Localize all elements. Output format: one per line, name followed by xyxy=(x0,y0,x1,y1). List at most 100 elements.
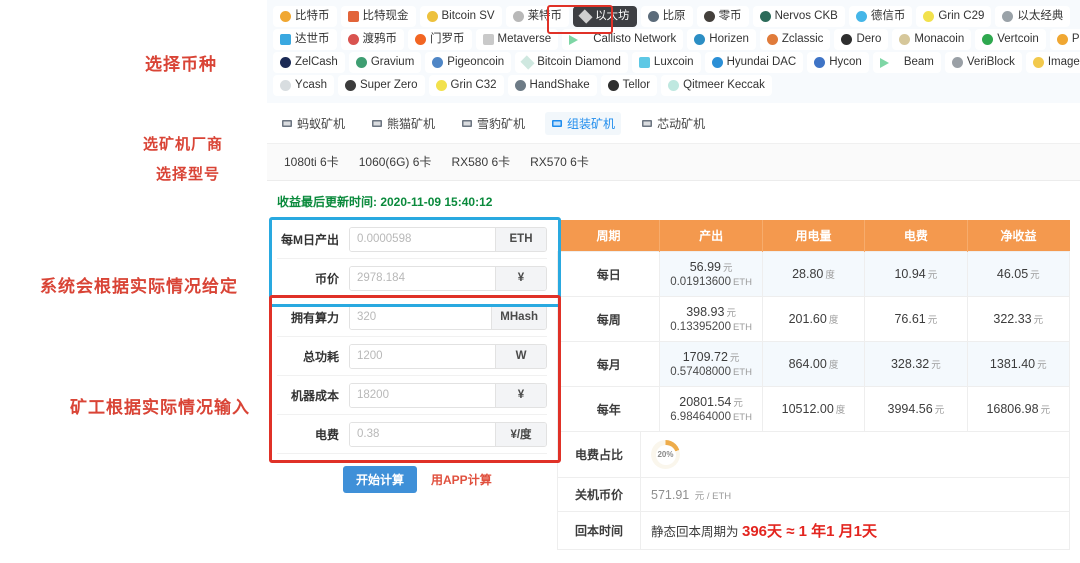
coin-icon xyxy=(856,11,867,22)
coin-chip-Luxcoin[interactable]: Luxcoin xyxy=(632,52,701,73)
coin-icon xyxy=(1033,57,1044,68)
coin-chip-比特现金[interactable]: 比特现金 xyxy=(341,6,416,27)
coin-chip-label: Pigeoncoin xyxy=(447,55,504,70)
coin-icon xyxy=(578,9,592,23)
annotation-select-vendor: 选矿机厂商 xyxy=(143,133,223,154)
coin-chip-Horizen[interactable]: Horizen xyxy=(687,29,756,50)
coin-chip-ZelCash[interactable]: ZelCash xyxy=(273,52,345,73)
coin-icon xyxy=(712,57,723,68)
coin-chip-Gravium[interactable]: Gravium xyxy=(349,52,421,73)
vendor-tab-熊猫矿机[interactable]: 熊猫矿机 xyxy=(365,112,441,135)
vendor-tab-芯动矿机[interactable]: 芯动矿机 xyxy=(635,112,711,135)
coin-chip-ImageCoin[interactable]: ImageCoin xyxy=(1026,52,1080,73)
net-value: 322.33 xyxy=(993,312,1031,326)
elec-fee-value: 76.61 xyxy=(894,312,925,326)
vendor-tab-label: 熊猫矿机 xyxy=(387,115,435,132)
coin-chip-Pigeoncoin[interactable]: Pigeoncoin xyxy=(425,52,511,73)
coin-chip-Beam[interactable]: Beam xyxy=(873,52,941,73)
input-form: 每M日产出ETH币价¥拥有算力MHash总功耗W机器成本¥电费¥/度开始计算用A… xyxy=(277,220,547,550)
coin-chip-VeriBlock[interactable]: VeriBlock xyxy=(945,52,1022,73)
coin-chip-label: Gravium xyxy=(371,55,414,70)
summary-row-payback: 回本时间 静态回本周期为 396天 ≈ 1 年1 月1天 xyxy=(558,512,1070,550)
coin-chip-label: Super Zero xyxy=(360,78,418,93)
coin-chip-以太经典[interactable]: 以太经典 xyxy=(995,6,1070,27)
model-chip-1060(6G) 6卡[interactable]: 1060(6G) 6卡 xyxy=(352,151,439,172)
coin-chip-Monacoin[interactable]: Monacoin xyxy=(892,29,971,50)
vendor-tab-蚂蚁矿机[interactable]: 蚂蚁矿机 xyxy=(275,112,351,135)
coin-chip-label: Zclassic xyxy=(782,32,824,47)
coin-icon xyxy=(923,11,934,22)
coin-chip-Bitcoin Diamond[interactable]: Bitcoin Diamond xyxy=(515,52,628,73)
coin-chip-HandShake[interactable]: HandShake xyxy=(508,75,597,96)
coin-chip-Grin C32[interactable]: Grin C32 xyxy=(429,75,504,96)
cell-elec-fee: 76.61元 xyxy=(865,297,967,342)
output-coin-unit: ETH xyxy=(733,367,752,378)
coin-icon xyxy=(608,80,619,91)
coin-chip-Metaverse[interactable]: Metaverse xyxy=(476,29,559,50)
vendor-tab-雪豹矿机[interactable]: 雪豹矿机 xyxy=(455,112,531,135)
annotation-miner-input: 矿工根据实际情况输入 xyxy=(70,393,250,418)
coin-chip-以太坊[interactable]: 以太坊 xyxy=(573,6,637,27)
output-coin: 0.13395200 xyxy=(670,321,731,333)
coin-icon xyxy=(280,80,291,91)
form-actions: 开始计算用APP计算 xyxy=(277,454,547,493)
coin-icon xyxy=(569,35,589,45)
coin-chip-莱特币[interactable]: 莱特币 xyxy=(506,6,570,27)
coin-icon xyxy=(952,57,963,68)
coin-chip-Super Zero[interactable]: Super Zero xyxy=(338,75,425,96)
coin-chip-Tellor[interactable]: Tellor xyxy=(601,75,657,96)
annotation-select-coin: 选择币种 xyxy=(145,50,217,75)
coin-chip-达世币[interactable]: 达世币 xyxy=(273,29,337,50)
coin-chip-Qitmeer Keccak[interactable]: Qitmeer Keccak xyxy=(661,75,772,96)
coin-chip-Zclassic[interactable]: Zclassic xyxy=(760,29,831,50)
input-机器成本[interactable] xyxy=(350,384,495,407)
calculate-with-app-link[interactable]: 用APP计算 xyxy=(431,471,492,488)
output-cny-unit: 元 xyxy=(726,308,736,319)
input-电费[interactable] xyxy=(350,423,495,446)
coin-chip-label: Vertcoin xyxy=(997,32,1039,47)
coin-chip-Ycash[interactable]: Ycash xyxy=(273,75,334,96)
model-chip-RX570 6卡[interactable]: RX570 6卡 xyxy=(523,151,596,172)
coin-chip-比特币[interactable]: 比特币 xyxy=(273,6,337,27)
vendor-tab-组装矿机[interactable]: 组装矿机 xyxy=(545,112,621,135)
elec-fee-unit: 元 xyxy=(935,405,945,416)
power-value: 864.00 xyxy=(789,357,827,371)
input-每M日产出[interactable] xyxy=(350,228,495,251)
table-row: 每日56.99元0.01913600ETH28.80度10.94元46.05元 xyxy=(558,252,1070,297)
input-币价[interactable] xyxy=(350,267,495,290)
main-content: 每M日产出ETH币价¥拥有算力MHash总功耗W机器成本¥电费¥/度开始计算用A… xyxy=(267,220,1080,550)
coin-chip-比原[interactable]: 比原 xyxy=(641,6,693,27)
model-chip-1080ti 6卡[interactable]: 1080ti 6卡 xyxy=(277,151,346,172)
coin-chip-Nervos CKB[interactable]: Nervos CKB xyxy=(753,6,845,27)
coin-icon xyxy=(280,34,291,45)
input-拥有算力[interactable] xyxy=(350,306,491,329)
calculator-app: 比特币比特现金Bitcoin SV莱特币以太坊比原零币Nervos CKB德信币… xyxy=(267,0,1080,563)
coin-chip-PascalCoin[interactable]: PascalCoin xyxy=(1050,29,1080,50)
coin-chip-Hyundai DAC[interactable]: Hyundai DAC xyxy=(705,52,804,73)
start-calculate-button[interactable]: 开始计算 xyxy=(343,466,417,493)
form-control: MHash xyxy=(349,305,547,330)
coin-chip-Callisto Network[interactable]: Callisto Network xyxy=(562,29,683,50)
cell-period: 每周 xyxy=(558,297,660,342)
power-unit: 度 xyxy=(829,360,839,371)
coin-chip-Hycon[interactable]: Hycon xyxy=(807,52,869,73)
vendor-tab-label: 芯动矿机 xyxy=(657,115,705,132)
coin-chip-label: Hyundai DAC xyxy=(727,55,797,70)
coin-chip-Dero[interactable]: Dero xyxy=(834,29,888,50)
coin-chip-零币[interactable]: 零币 xyxy=(697,6,749,27)
period-value: 每月 xyxy=(597,358,621,372)
input-总功耗[interactable] xyxy=(350,345,495,368)
coin-icon xyxy=(280,57,291,68)
model-chip-RX580 6卡[interactable]: RX580 6卡 xyxy=(444,151,517,172)
coin-chip-Bitcoin SV[interactable]: Bitcoin SV xyxy=(420,6,502,27)
form-row-电费: 电费¥/度 xyxy=(277,415,547,454)
shutdown-price-value: 571.91 xyxy=(651,488,689,502)
coin-chip-渡鸦币[interactable]: 渡鸦币 xyxy=(341,29,405,50)
coin-selector: 比特币比特现金Bitcoin SV莱特币以太坊比原零币Nervos CKB德信币… xyxy=(267,0,1080,103)
coin-chip-德信币[interactable]: 德信币 xyxy=(849,6,913,27)
coin-row: Ycash Super Zero Grin C32HandShakeTellorQi… xyxy=(267,74,1080,97)
coin-chip-门罗币[interactable]: 门罗币 xyxy=(408,29,472,50)
coin-chip-Grin C29[interactable]: Grin C29 xyxy=(916,6,991,27)
coin-chip-Vertcoin[interactable]: Vertcoin xyxy=(975,29,1046,50)
miner-model-tabs: 1080ti 6卡 1060(6G) 6卡RX580 6卡 RX570 6卡 xyxy=(267,143,1080,181)
